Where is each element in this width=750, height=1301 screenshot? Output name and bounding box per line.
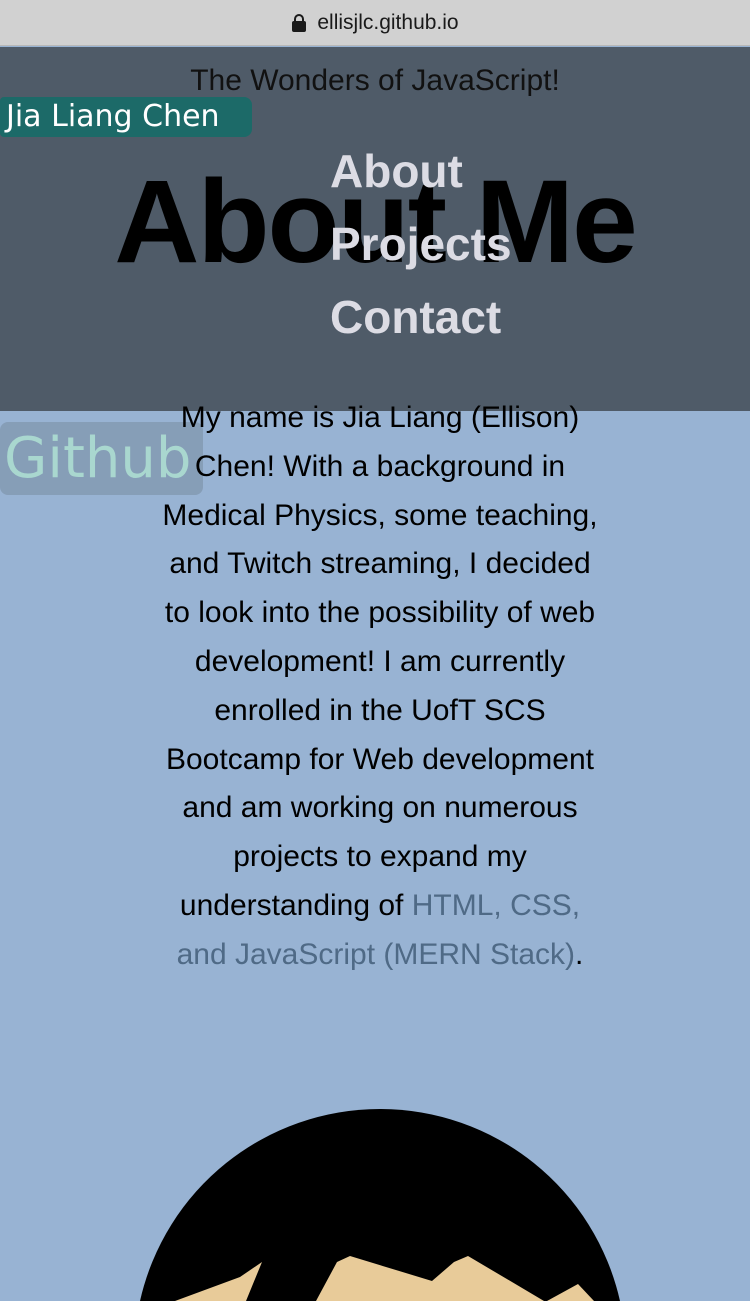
avatar-illustration [140,1108,620,1301]
